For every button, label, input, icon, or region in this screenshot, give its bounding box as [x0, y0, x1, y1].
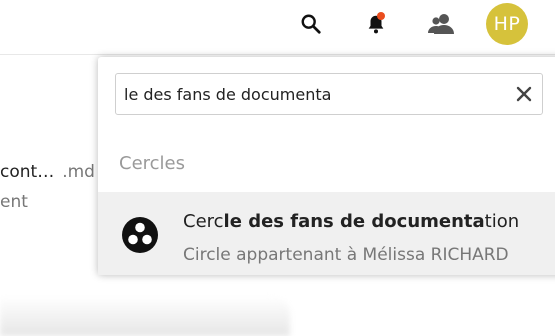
title-prefix: Cerc: [183, 211, 224, 232]
notifications-button[interactable]: [360, 8, 392, 40]
contacts-icon[interactable]: [425, 8, 457, 40]
title-match: le des fans de documenta: [223, 211, 485, 232]
top-header: HP: [0, 0, 555, 55]
search-result-item[interactable]: Cercle des fans de documentation Circle …: [98, 192, 555, 275]
result-title: Cercle des fans de documentation: [183, 211, 519, 232]
search-icon[interactable]: [295, 8, 327, 40]
search-input[interactable]: [124, 74, 504, 114]
close-icon[interactable]: [512, 82, 536, 106]
notification-badge: [377, 12, 385, 20]
background-file-detail: ent: [0, 192, 28, 212]
unified-search-panel: Cercles Cercle des fans de documentation…: [98, 57, 555, 275]
avatar[interactable]: HP: [486, 3, 528, 45]
background-card-shadow: [0, 296, 290, 336]
search-field: [115, 73, 543, 115]
file-extension: .md: [62, 162, 95, 182]
title-suffix: tion: [484, 211, 520, 232]
file-name-text: cont…: [0, 162, 55, 182]
background-file-name: cont… .md: [0, 162, 95, 182]
circles-icon: [121, 216, 159, 254]
result-subtitle: Circle appartenant à Mélissa RICHARD: [183, 245, 509, 265]
results-section-label: Cercles: [119, 153, 185, 174]
